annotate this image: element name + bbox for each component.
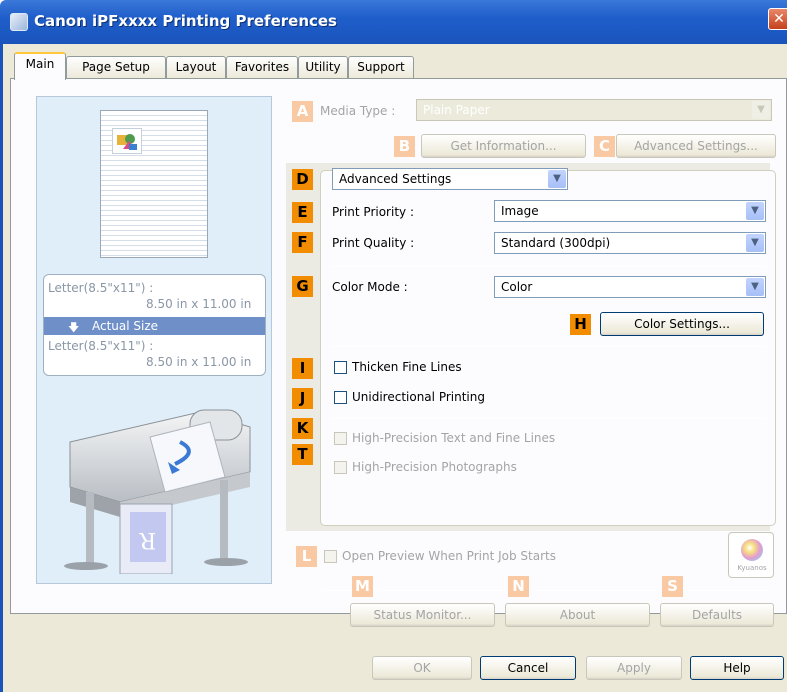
chevron-down-icon: ▼ (746, 278, 764, 296)
print-priority-value: Image (501, 204, 539, 218)
close-button[interactable]: ✕ (768, 8, 787, 30)
defaults-button[interactable]: Defaults (660, 603, 774, 627)
original-size-dimensions: 8.50 in x 11.00 in (146, 297, 252, 311)
marker-k: K (292, 418, 313, 439)
ok-button[interactable]: OK (372, 656, 472, 680)
thicken-fine-lines-checkbox[interactable] (334, 361, 347, 374)
marker-l: L (296, 546, 317, 567)
marker-b: B (394, 136, 415, 157)
status-monitor-button[interactable]: Status Monitor... (350, 603, 495, 627)
color-mode-label: Color Mode : (332, 280, 408, 294)
marker-t: T (292, 444, 313, 465)
tab-support[interactable]: Support (348, 56, 414, 79)
high-precision-text-label: High-Precision Text and Fine Lines (352, 431, 556, 445)
marker-a: A (292, 101, 313, 122)
divider (688, 590, 768, 591)
print-output-letter: R (138, 527, 156, 552)
output-size-dimensions: 8.50 in x 11.00 in (146, 355, 252, 369)
print-priority-select[interactable]: Image ▼ (494, 200, 766, 222)
marker-m: M (352, 576, 373, 597)
chevron-down-icon: ▼ (548, 170, 566, 188)
thicken-fine-lines-label: Thicken Fine Lines (352, 360, 462, 374)
marker-e: E (292, 202, 313, 223)
get-information-button[interactable]: Get Information... (421, 134, 586, 158)
tab-favorites[interactable]: Favorites (226, 56, 298, 79)
divider (330, 346, 766, 347)
marker-c: C (594, 136, 615, 157)
help-button[interactable]: Help (690, 656, 784, 680)
chevron-down-icon: ▼ (746, 202, 764, 220)
marker-h: H (570, 314, 591, 335)
print-quality-value: Standard (300dpi) (501, 236, 611, 250)
chevron-down-icon: ▼ (746, 234, 764, 252)
title-bar[interactable]: Canon iPFxxxx Printing Preferences ✕ (0, 0, 787, 44)
marker-f: F (292, 232, 313, 253)
original-size-label: Letter(8.5"x11") : (48, 281, 154, 295)
print-quality-select[interactable]: Standard (300dpi) ▼ (494, 232, 766, 254)
color-mode-value: Color (501, 280, 533, 294)
color-settings-button[interactable]: Color Settings... (600, 312, 764, 336)
tab-layout[interactable]: Layout (166, 56, 226, 79)
kyuanos-label: Kyuanos (737, 564, 767, 572)
color-mode-select[interactable]: Color ▼ (494, 276, 766, 298)
kyuanos-logo-icon (741, 539, 763, 561)
cancel-button[interactable]: Cancel (480, 656, 576, 680)
open-preview-label: Open Preview When Print Job Starts (342, 549, 556, 563)
print-quality-label: Print Quality : (332, 236, 415, 250)
tab-main[interactable]: Main (14, 52, 66, 80)
media-type-label: Media Type : (320, 104, 396, 118)
tab-utility[interactable]: Utility (298, 56, 348, 79)
marker-j: J (292, 388, 313, 409)
unidirectional-printing-label: Unidirectional Printing (352, 390, 485, 404)
marker-s: S (662, 576, 683, 597)
divider (378, 590, 506, 591)
high-precision-photographs-label: High-Precision Photographs (352, 460, 517, 474)
high-precision-text-checkbox[interactable] (334, 432, 347, 445)
divider (330, 418, 766, 419)
advanced-settings-button[interactable]: Advanced Settings... (616, 134, 776, 158)
output-size-label: Letter(8.5"x11") : (48, 339, 154, 353)
divider (322, 590, 354, 591)
page-image-icon (112, 128, 142, 154)
apply-button[interactable]: Apply (586, 656, 682, 680)
high-precision-photographs-checkbox[interactable] (334, 461, 347, 474)
marker-n: N (508, 576, 529, 597)
unidirectional-printing-checkbox[interactable] (334, 391, 347, 404)
chevron-down-icon: ▼ (752, 101, 770, 119)
kyuanos-button[interactable]: Kyuanos (728, 532, 774, 578)
actual-size-label: Actual Size (92, 319, 159, 333)
divider (330, 266, 766, 267)
media-type-select[interactable]: Plain Paper ▼ (416, 99, 772, 121)
tab-page-setup[interactable]: Page Setup (66, 56, 166, 79)
divider (534, 590, 660, 591)
about-button[interactable]: About (505, 603, 650, 627)
down-arrow-icon: 🡇 (68, 321, 80, 334)
print-priority-label: Print Priority : (332, 205, 414, 219)
media-type-value: Plain Paper (423, 103, 490, 117)
printer-illustration: R (50, 392, 260, 575)
marker-d: D (292, 169, 313, 190)
marker-i: I (292, 358, 313, 379)
settings-mode-value: Advanced Settings (339, 172, 452, 186)
printer-icon (10, 13, 28, 31)
settings-mode-select[interactable]: Advanced Settings ▼ (332, 168, 568, 190)
open-preview-checkbox[interactable] (324, 550, 337, 563)
marker-g: G (292, 276, 313, 297)
window-title: Canon iPFxxxx Printing Preferences (34, 12, 337, 30)
